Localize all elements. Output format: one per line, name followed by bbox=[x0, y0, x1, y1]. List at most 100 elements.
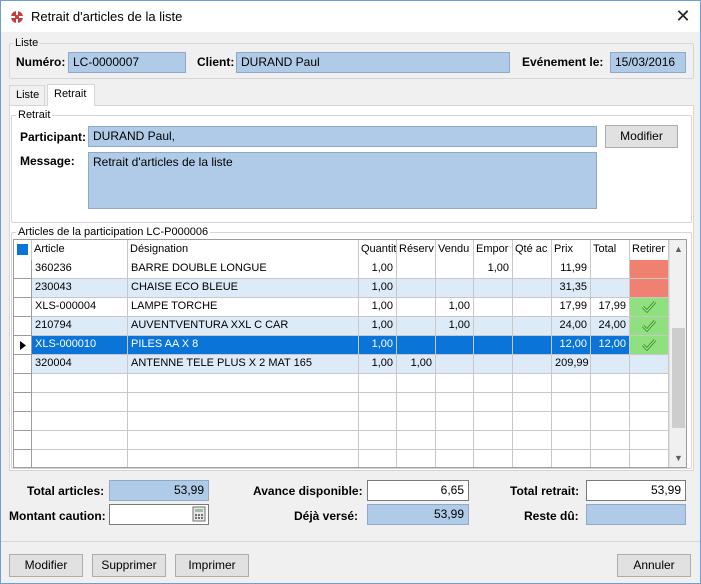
cell-designation[interactable]: ANTENNE TELE PLUS X 2 MAT 165 bbox=[128, 355, 359, 374]
cell-retirer[interactable] bbox=[630, 336, 669, 355]
cell-qte-ac[interactable] bbox=[513, 450, 552, 467]
cell-vendu[interactable] bbox=[436, 374, 474, 393]
cell-prix[interactable]: 12,00 bbox=[552, 336, 591, 355]
cell-emporte[interactable]: 1,00 bbox=[474, 260, 513, 279]
cell-total[interactable]: 24,00 bbox=[591, 317, 630, 336]
col-header-quantite[interactable]: Quantit bbox=[359, 240, 397, 260]
col-header-retirer[interactable]: Retirer bbox=[630, 240, 669, 260]
cell-vendu[interactable] bbox=[436, 279, 474, 298]
cell-total[interactable] bbox=[591, 431, 630, 450]
cell-emporte[interactable] bbox=[474, 298, 513, 317]
cell-prix[interactable] bbox=[552, 374, 591, 393]
row-indicator[interactable] bbox=[14, 317, 32, 336]
cell-retirer[interactable] bbox=[630, 431, 669, 450]
cell-reserve[interactable]: 1,00 bbox=[397, 355, 436, 374]
cell-quantite[interactable]: 1,00 bbox=[359, 317, 397, 336]
table-row[interactable]: 230043 CHAISE ECO BLEUE 1,00 31,35 bbox=[14, 279, 669, 298]
cell-quantite[interactable]: 1,00 bbox=[359, 260, 397, 279]
close-icon[interactable]: ✕ bbox=[666, 1, 700, 31]
cell-vendu[interactable] bbox=[436, 336, 474, 355]
avance-disponible-field[interactable]: 6,65 bbox=[367, 480, 469, 501]
cell-prix[interactable] bbox=[552, 393, 591, 412]
scroll-down-icon[interactable]: ▼ bbox=[674, 453, 683, 463]
row-indicator[interactable] bbox=[14, 279, 32, 298]
cell-quantite[interactable] bbox=[359, 412, 397, 431]
reste-du-field[interactable] bbox=[586, 504, 686, 525]
table-row[interactable]: 360236 BARRE DOUBLE LONGUE 1,00 1,00 11,99 bbox=[14, 260, 669, 279]
table-row[interactable] bbox=[14, 450, 669, 467]
imprimer-button[interactable]: Imprimer bbox=[175, 554, 249, 577]
cell-designation[interactable] bbox=[128, 431, 359, 450]
select-all-header[interactable] bbox=[14, 240, 32, 260]
cell-emporte[interactable] bbox=[474, 431, 513, 450]
total-retrait-field[interactable]: 53,99 bbox=[586, 480, 686, 501]
calculator-icon[interactable] bbox=[191, 506, 207, 522]
cell-total[interactable] bbox=[591, 279, 630, 298]
cell-article[interactable] bbox=[32, 412, 128, 431]
table-row[interactable] bbox=[14, 412, 669, 431]
row-indicator[interactable] bbox=[14, 450, 32, 467]
cell-retirer[interactable] bbox=[630, 279, 669, 298]
cell-vendu[interactable]: 1,00 bbox=[436, 298, 474, 317]
table-row[interactable]: 210794 AUVENTVENTURA XXL C CAR 1,00 1,00 24,… bbox=[14, 317, 669, 336]
cell-total[interactable]: 17,99 bbox=[591, 298, 630, 317]
cell-total[interactable] bbox=[591, 450, 630, 467]
table-row[interactable]: XLS-000004 LAMPE TORCHE 1,00 1,00 17,99 17,99 bbox=[14, 298, 669, 317]
row-indicator[interactable] bbox=[14, 355, 32, 374]
col-header-reserve[interactable]: Réserv bbox=[397, 240, 436, 260]
col-header-prix[interactable]: Prix bbox=[552, 240, 591, 260]
modifier-participant-button[interactable]: Modifier bbox=[605, 125, 678, 148]
cell-qte-ac[interactable] bbox=[513, 336, 552, 355]
modifier-button[interactable]: Modifier bbox=[9, 554, 83, 577]
cell-qte-ac[interactable] bbox=[513, 412, 552, 431]
cell-emporte[interactable] bbox=[474, 355, 513, 374]
cell-designation[interactable] bbox=[128, 393, 359, 412]
cell-retirer[interactable] bbox=[630, 260, 669, 279]
cell-emporte[interactable] bbox=[474, 450, 513, 467]
cell-quantite[interactable] bbox=[359, 393, 397, 412]
evenement-field[interactable]: 15/03/2016 bbox=[610, 52, 686, 73]
cell-emporte[interactable] bbox=[474, 374, 513, 393]
cell-quantite[interactable]: 1,00 bbox=[359, 298, 397, 317]
cell-prix[interactable] bbox=[552, 450, 591, 467]
scroll-thumb[interactable] bbox=[672, 328, 685, 428]
cell-reserve[interactable] bbox=[397, 260, 436, 279]
table-row[interactable]: XLS-000010 PILES AA X 8 1,00 12,00 12,00 bbox=[14, 336, 669, 355]
cell-quantite[interactable]: 1,00 bbox=[359, 355, 397, 374]
cell-qte-ac[interactable] bbox=[513, 431, 552, 450]
message-field[interactable]: Retrait d'articles de la liste bbox=[88, 152, 597, 209]
cell-qte-ac[interactable] bbox=[513, 355, 552, 374]
tab-liste[interactable]: Liste bbox=[9, 85, 45, 105]
row-indicator[interactable] bbox=[14, 260, 32, 279]
cell-article[interactable]: XLS-000010 bbox=[32, 336, 128, 355]
cell-prix[interactable] bbox=[552, 431, 591, 450]
cell-vendu[interactable] bbox=[436, 450, 474, 467]
cell-quantite[interactable]: 1,00 bbox=[359, 279, 397, 298]
cell-designation[interactable]: LAMPE TORCHE bbox=[128, 298, 359, 317]
cell-quantite[interactable]: 1,00 bbox=[359, 336, 397, 355]
cell-qte-ac[interactable] bbox=[513, 393, 552, 412]
scroll-up-icon[interactable]: ▲ bbox=[674, 244, 683, 254]
cell-retirer[interactable] bbox=[630, 355, 669, 374]
cell-article[interactable] bbox=[32, 393, 128, 412]
cell-article[interactable] bbox=[32, 431, 128, 450]
cell-vendu[interactable] bbox=[436, 412, 474, 431]
cell-total[interactable]: 12,00 bbox=[591, 336, 630, 355]
cell-retirer[interactable] bbox=[630, 374, 669, 393]
cell-total[interactable] bbox=[591, 374, 630, 393]
table-row[interactable]: 320004 ANTENNE TELE PLUS X 2 MAT 165 1,00 1… bbox=[14, 355, 669, 374]
cell-vendu[interactable] bbox=[436, 355, 474, 374]
cell-qte-ac[interactable] bbox=[513, 374, 552, 393]
cell-total[interactable] bbox=[591, 412, 630, 431]
cell-designation[interactable] bbox=[128, 374, 359, 393]
row-indicator[interactable] bbox=[14, 298, 32, 317]
cell-reserve[interactable] bbox=[397, 279, 436, 298]
row-indicator[interactable] bbox=[14, 412, 32, 431]
cell-reserve[interactable] bbox=[397, 298, 436, 317]
cell-retirer[interactable] bbox=[630, 298, 669, 317]
participant-field[interactable]: DURAND Paul, bbox=[88, 126, 597, 147]
cell-designation[interactable]: BARRE DOUBLE LONGUE bbox=[128, 260, 359, 279]
cell-retirer[interactable] bbox=[630, 317, 669, 336]
cell-prix[interactable]: 17,99 bbox=[552, 298, 591, 317]
cell-reserve[interactable] bbox=[397, 336, 436, 355]
